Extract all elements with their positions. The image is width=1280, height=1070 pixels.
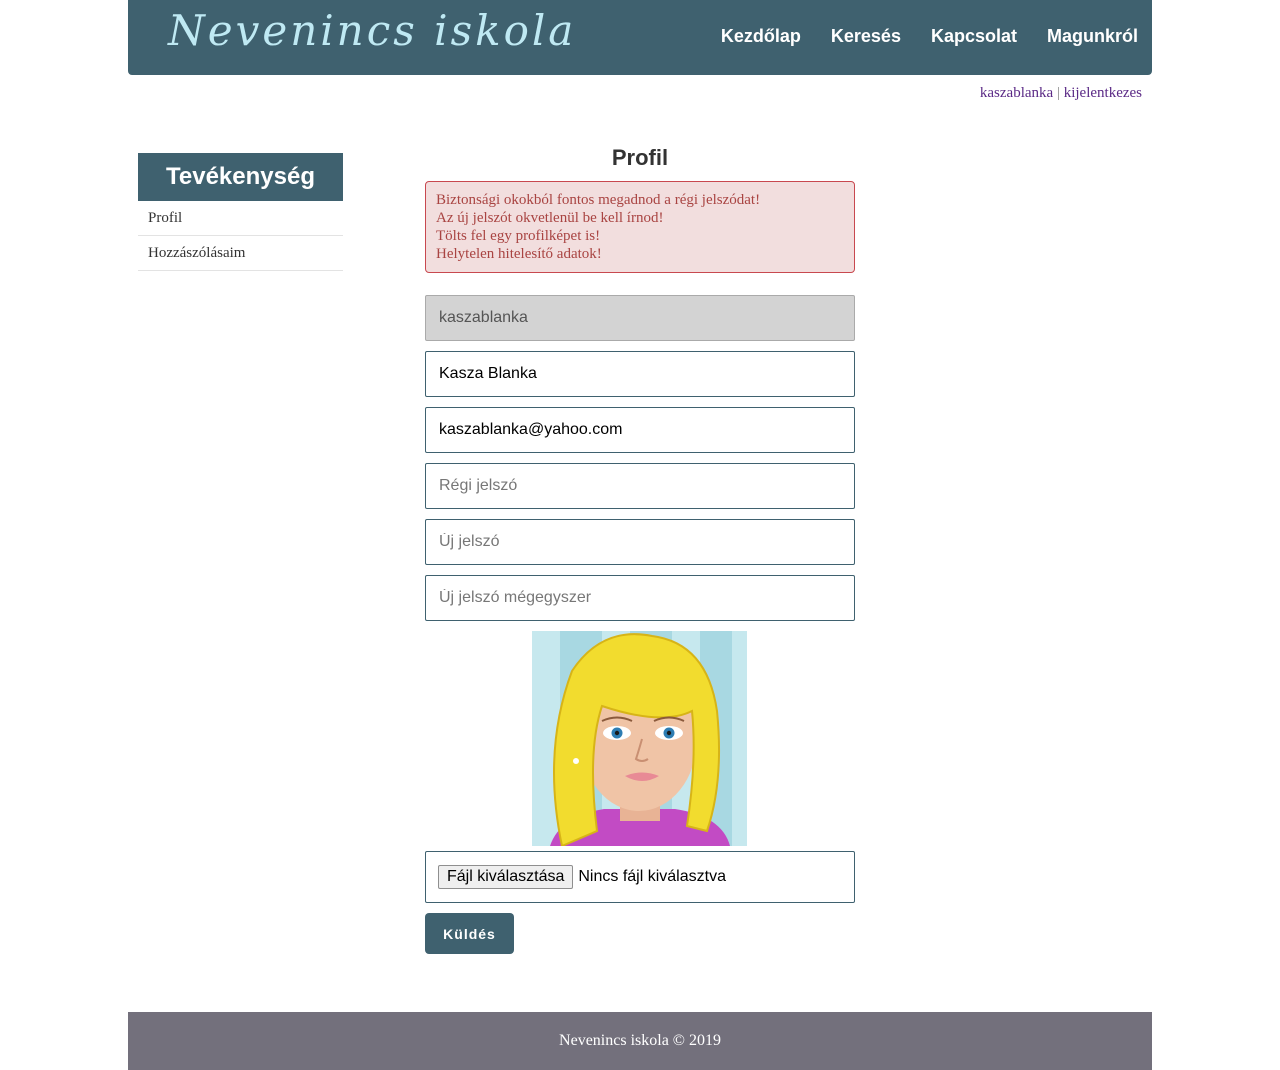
profile-main: Profil Biztonsági okokból fontos megadno… [425, 145, 855, 954]
site-header: Nevenincs iskola Kezdőlap Keresés Kapcso… [128, 0, 1152, 75]
submit-button[interactable]: Küldés [425, 913, 514, 954]
error-message: Helytelen hitelesítő adatok! [436, 246, 602, 262]
page-title: Profil [611, 145, 669, 170]
username-field [425, 295, 855, 341]
profile-avatar [532, 631, 747, 846]
site-logo[interactable]: Nevenincs iskola [168, 6, 576, 55]
sidebar-item-profile[interactable]: Profil [138, 201, 343, 236]
file-status: Nincs fájl kiválasztva [578, 868, 726, 885]
user-bar: kaszablanka | kijelentkezes [980, 85, 1142, 102]
site-footer: Nevenincs iskola © 2019 [128, 1012, 1152, 1070]
nav-link-contact[interactable]: Kapcsolat [931, 26, 1017, 47]
nav-link-home[interactable]: Kezdőlap [721, 26, 801, 47]
error-message: Az új jelszót okvetlenül be kell írnod! [436, 210, 664, 226]
logout-link[interactable]: kijelentkezes [1064, 85, 1142, 101]
nav-link-about[interactable]: Magunkról [1047, 26, 1138, 47]
username-link[interactable]: kaszablanka [980, 85, 1053, 101]
old-password-field[interactable] [425, 463, 855, 509]
new-password-again-field[interactable] [425, 575, 855, 621]
error-message: Biztonsági okokból fontos megadnod a rég… [436, 192, 761, 208]
email-field[interactable] [425, 407, 855, 453]
sidebar: Tevékenység Profil Hozzászólásaim [138, 153, 343, 271]
sidebar-item-comments[interactable]: Hozzászólásaim [138, 236, 343, 271]
main-nav: Kezdőlap Keresés Kapcsolat Magunkról [721, 26, 1138, 47]
error-alert: Biztonsági okokból fontos megadnod a rég… [425, 181, 855, 273]
footer-text: Nevenincs iskola © 2019 [559, 1032, 721, 1049]
fullname-field[interactable] [425, 351, 855, 397]
choose-file-button[interactable]: Fájl kiválasztása [438, 865, 574, 889]
sidebar-title: Tevékenység [138, 153, 343, 201]
error-message: Tölts fel egy profilképet is! [436, 228, 601, 244]
new-password-field[interactable] [425, 519, 855, 565]
file-upload: Fájl kiválasztása Nincs fájl kiválasztva [425, 851, 855, 903]
nav-link-search[interactable]: Keresés [831, 26, 901, 47]
userbar-separator: | [1056, 85, 1060, 101]
